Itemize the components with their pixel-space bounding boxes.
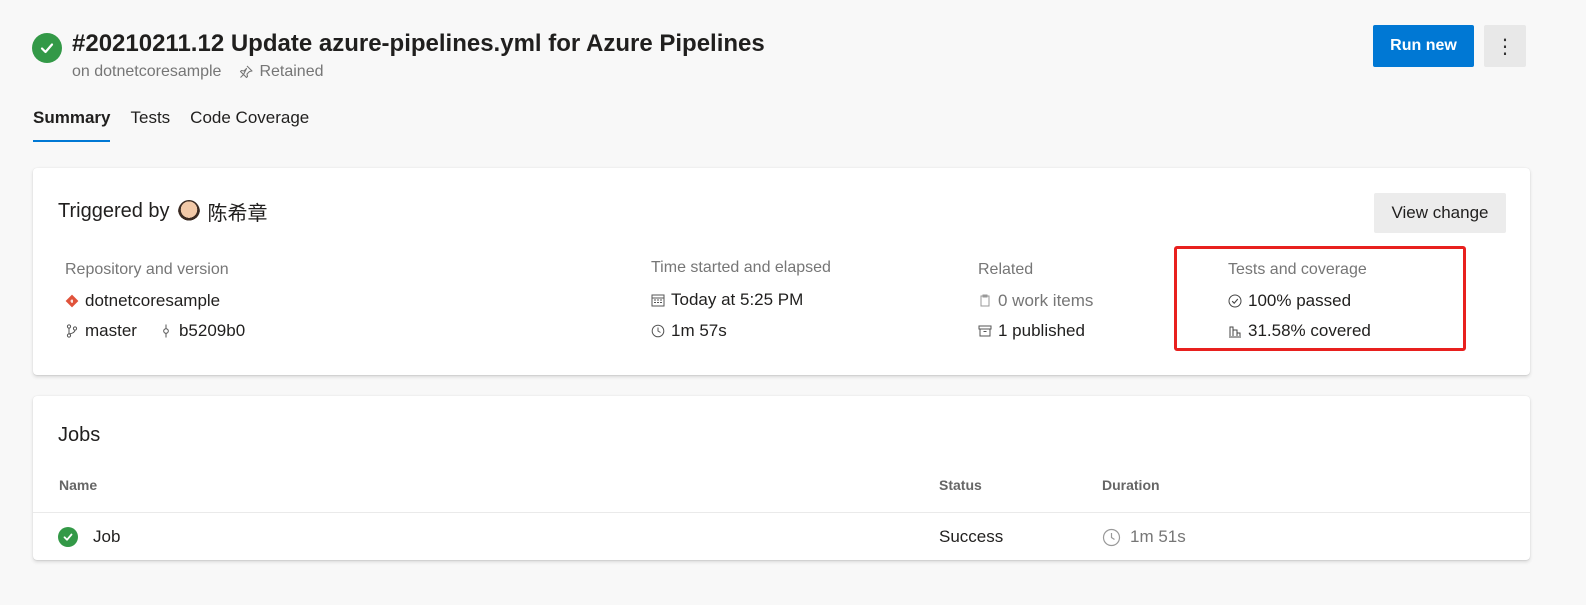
repo-name[interactable]: dotnetcoresample <box>85 291 220 311</box>
pin-icon <box>239 65 253 79</box>
version-row: master b5209b0 <box>65 321 245 341</box>
started-time: Today at 5:25 PM <box>671 290 804 309</box>
related-label: Related <box>978 261 1034 278</box>
commit-id[interactable]: b5209b0 <box>179 321 245 341</box>
triggered-by-label: Triggered by <box>58 200 170 222</box>
elapsed-time: 1m 57s <box>671 321 727 340</box>
column-header-name: Name <box>59 477 98 493</box>
table-divider <box>33 512 1530 513</box>
repo-row: dotnetcoresample <box>65 291 220 311</box>
tab-tests[interactable]: Tests <box>130 108 170 142</box>
published-count[interactable]: 1 published <box>998 321 1085 341</box>
subtitle-retained: Retained <box>259 63 324 80</box>
job-duration-value: 1m 51s <box>1130 527 1186 546</box>
tab-code-coverage[interactable]: Code Coverage <box>190 108 309 142</box>
clock-icon <box>651 324 665 338</box>
run-new-button[interactable]: Run new <box>1373 25 1474 67</box>
column-header-status: Status <box>939 477 982 493</box>
run-status-success-icon <box>32 33 62 63</box>
column-header-duration: Duration <box>1102 477 1160 493</box>
artifact-icon <box>978 324 992 338</box>
page-title: #20210211.12 Update azure-pipelines.yml … <box>72 30 765 57</box>
branch-icon <box>65 324 79 338</box>
published-row: 1 published <box>978 321 1085 341</box>
view-change-button[interactable]: View change <box>1374 193 1506 233</box>
jobs-title: Jobs <box>58 424 101 446</box>
started-row: Today at 5:25 PM <box>651 290 803 310</box>
clock-icon <box>1102 528 1121 547</box>
job-success-icon <box>58 527 78 547</box>
time-label: Time started and elapsed <box>651 259 831 276</box>
more-actions-button[interactable]: ⋮ <box>1484 25 1526 67</box>
job-duration: 1m 51s <box>1102 527 1186 547</box>
git-repo-icon <box>65 294 79 308</box>
calendar-icon <box>651 293 665 307</box>
highlight-annotation <box>1174 246 1466 351</box>
work-items-count[interactable]: 0 work items <box>998 291 1093 311</box>
more-vertical-icon: ⋮ <box>1495 35 1515 58</box>
repository-label: Repository and version <box>65 261 229 278</box>
avatar <box>177 199 200 224</box>
tab-bar: Summary Tests Code Coverage <box>33 108 309 142</box>
job-name[interactable]: Job <box>93 527 120 547</box>
tab-summary[interactable]: Summary <box>33 108 111 142</box>
run-subtitle: on dotnetcoresample Retained <box>72 63 323 81</box>
jobs-card: Jobs Name Status Duration Job Success 1m… <box>33 396 1530 560</box>
triggered-by-user[interactable]: 陈希章 <box>208 197 268 226</box>
triggered-by: Triggered by 陈希章 <box>58 197 268 226</box>
elapsed-row: 1m 57s <box>651 321 727 341</box>
branch-name[interactable]: master <box>85 321 137 341</box>
subtitle-repo[interactable]: on dotnetcoresample <box>72 63 221 81</box>
work-items-row: 0 work items <box>978 291 1093 311</box>
commit-icon <box>159 324 173 338</box>
job-status: Success <box>939 527 1004 546</box>
work-item-icon <box>978 294 992 308</box>
